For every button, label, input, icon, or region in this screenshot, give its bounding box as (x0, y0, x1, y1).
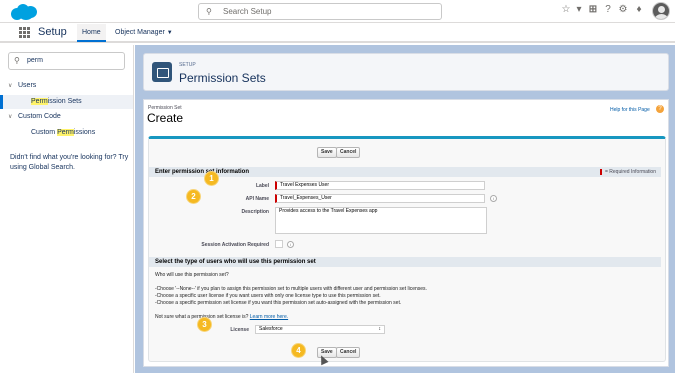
sidebar-help-text: Didn't find what you're looking for? Try… (10, 154, 129, 171)
app-launcher-icon[interactable] (19, 27, 30, 38)
page-eyebrow: SETUP (179, 62, 196, 68)
form-body: Save Cancel Enter permission set informa… (148, 136, 666, 362)
sidebar-item-custom-permissions[interactable]: Custom Permissions (0, 126, 133, 140)
chevron-down-icon: ∨ (8, 83, 13, 89)
license-help-text: Not sure what a permission set license i… (155, 314, 288, 320)
save-button[interactable]: Save (317, 147, 337, 158)
app-window: ⚲ Search Setup ☆ ▾ ⊞ ? ⚙ ♦ Setup Home Ob… (0, 0, 675, 373)
callout-badge-2: 2 (187, 190, 200, 203)
chevron-down-icon: ∨ (8, 114, 13, 120)
navigation-bar: Setup Home Object Manager ▼ (0, 23, 675, 43)
description-field-label: Description (241, 209, 269, 215)
setup-sidebar: ⚲ perm ∨ Users Permission Sets ∨ Custom Co… (0, 45, 134, 373)
section-heading-text: Enter permission set information (155, 169, 250, 175)
label-input[interactable]: Travel Expenses User (275, 181, 485, 190)
search-match-highlight: Perm (31, 98, 48, 105)
callout-badge-3: 3 (198, 318, 211, 331)
help-icon[interactable]: ? (602, 4, 614, 16)
description-textarea[interactable]: Provides access to the Travel Expenses a… (275, 207, 487, 234)
search-icon: ⚲ (206, 7, 212, 16)
tab-home[interactable]: Home (77, 24, 106, 42)
sidebar-group-label: Custom Code (18, 113, 61, 120)
api-name-field-label: API Name (245, 196, 269, 202)
instruction-line: -Choose '--None--' if you plan to assign… (155, 286, 427, 292)
callout-badge-4: 4 (292, 344, 305, 357)
user-type-question: Who will use this permission set? (155, 272, 229, 278)
bell-icon[interactable]: ♦ (633, 4, 645, 16)
sidebar-item-label-suffix: issions (73, 129, 96, 136)
sidebar-group-custom-code[interactable]: ∨ Custom Code (8, 113, 61, 120)
form-title: Create (147, 111, 184, 125)
page-title: Permission Sets (179, 71, 266, 85)
help-for-page-link[interactable]: Help for this Page (610, 107, 650, 113)
session-activation-checkbox[interactable] (275, 240, 283, 248)
license-select[interactable]: Salesforce ↕ (255, 325, 385, 334)
help-icon[interactable]: ? (656, 105, 664, 113)
license-select-value: Salesforce (259, 326, 283, 332)
quick-find-input[interactable]: ⚲ perm (8, 52, 125, 70)
favorites-dropdown-icon[interactable]: ▾ (573, 4, 585, 16)
add-icon[interactable]: ⊞ (587, 4, 599, 16)
tab-object-manager-label: Object Manager (115, 29, 165, 36)
cancel-button-bottom[interactable]: Cancel (336, 347, 361, 358)
permission-sets-icon (152, 62, 172, 82)
section-heading-info: Enter permission set information = Requi… (149, 167, 661, 177)
create-panel: Permission Set Create Help for this Page… (143, 99, 669, 367)
info-icon[interactable]: i (287, 241, 294, 248)
api-name-input[interactable]: Travel_Expenses_User (275, 194, 485, 203)
global-search-input[interactable]: ⚲ Search Setup (198, 3, 442, 20)
search-placeholder: Search Setup (223, 7, 272, 16)
session-activation-label: Session Activation Required (201, 242, 269, 248)
callout-badge-1: 1 (205, 172, 218, 185)
sidebar-item-label-suffix: ission Sets (47, 98, 82, 105)
sidebar-group-users[interactable]: ∨ Users (8, 82, 36, 89)
gear-icon[interactable]: ⚙ (617, 4, 629, 16)
sidebar-group-label: Users (18, 82, 37, 89)
global-header: ⚲ Search Setup ☆ ▾ ⊞ ? ⚙ ♦ (0, 0, 675, 23)
chevron-down-icon[interactable]: ▼ (167, 30, 173, 36)
quick-find-value: perm (27, 57, 43, 64)
main-content: SETUP Permission Sets Permission Set Cre… (135, 45, 675, 373)
cancel-button[interactable]: Cancel (336, 147, 361, 158)
required-legend: = Required Information (599, 167, 656, 177)
page-header: SETUP Permission Sets (143, 53, 669, 91)
search-icon: ⚲ (14, 56, 20, 65)
app-name: Setup (38, 26, 67, 38)
search-match-highlight: Perm (57, 129, 74, 136)
required-legend-text: = Required Information (604, 169, 656, 175)
select-arrows-icon: ↕ (378, 326, 382, 332)
section-heading-user-type: Select the type of users who will use th… (149, 257, 661, 267)
sidebar-item-permission-sets[interactable]: Permission Sets (0, 95, 133, 109)
instruction-line: -Choose a specific user license if you w… (155, 293, 381, 299)
info-icon[interactable]: i (490, 195, 497, 202)
instruction-line: -Choose a specific permission set licens… (155, 300, 402, 306)
favorites-icon[interactable]: ☆ (560, 4, 572, 16)
tab-object-manager[interactable]: Object Manager ▼ (110, 24, 178, 42)
avatar[interactable] (652, 2, 670, 20)
salesforce-logo[interactable] (9, 2, 39, 22)
sidebar-item-label-prefix: Custom (31, 129, 58, 136)
learn-more-link[interactable]: Learn more here. (250, 314, 288, 320)
